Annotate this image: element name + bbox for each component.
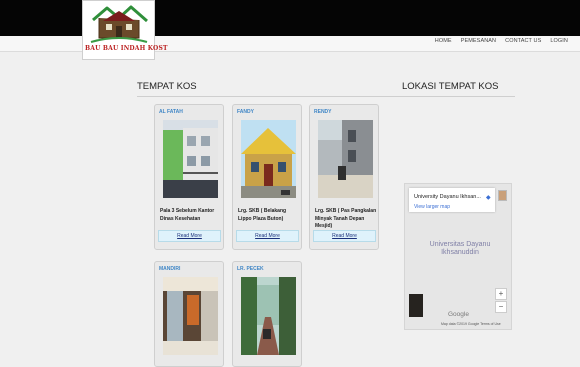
street-view-thumbnail[interactable] [409, 294, 423, 317]
kos-card-al-fatah: AL FATAH Pala 3 Sebelum Kantor Dinas Kes… [154, 104, 224, 250]
read-more-button[interactable]: Read More [313, 230, 376, 242]
directions-icon[interactable]: ◆ [486, 194, 491, 201]
kos-card-lr-pecek: LR. PECEK [232, 261, 302, 367]
place-avatar[interactable] [498, 190, 507, 201]
view-larger-map-link[interactable]: View larger map [414, 204, 450, 210]
card-address: Lrg. SKB ( Pas Pangkalan Minyak Tanah De… [315, 208, 377, 229]
map-place-label: Universitas Dayanu Ikhsanuddin [429, 241, 491, 256]
card-title: LR. PECEK [237, 266, 264, 272]
kos-card-rendy: RENDY Lrg. SKB ( Pas Pangkalan Minyak Ta… [309, 104, 379, 250]
house-logo-icon [90, 5, 148, 43]
kos-card-mandiri: MANDIRI [154, 261, 224, 367]
nav-home[interactable]: HOME [435, 38, 452, 44]
card-title: AL FATAH [159, 109, 183, 115]
kos-card-fandy: FANDY Lrg. SKB ( Belakang Lippo Plaza Bu… [232, 104, 302, 250]
google-logo: Google [448, 311, 469, 318]
site-logo[interactable]: BAU BAU INDAH KOST [82, 0, 168, 60]
section-title-lokasi: LOKASI TEMPAT KOS [402, 81, 499, 92]
section-divider [137, 96, 515, 97]
map-footer: Map data ©2019 Google Terms of Use [441, 322, 501, 326]
kos-photo[interactable] [163, 120, 218, 198]
zoom-in-button[interactable]: + [495, 288, 507, 300]
map-info-popup: University Dayanu Ikhsan... View larger … [409, 188, 495, 212]
kos-photo[interactable] [163, 277, 218, 355]
nav-pemesanan[interactable]: PEMESANAN [461, 38, 496, 44]
nav-login[interactable]: LOGIN [550, 38, 568, 44]
card-title: MANDIRI [159, 266, 181, 272]
nav-contact-us[interactable]: CONTACT US [505, 38, 541, 44]
card-title: RENDY [314, 109, 332, 115]
read-more-button[interactable]: Read More [236, 230, 299, 242]
kos-photo[interactable] [241, 277, 296, 355]
zoom-out-button[interactable]: − [495, 301, 507, 313]
kos-photo[interactable] [241, 120, 296, 198]
logo-text: BAU BAU INDAH KOST [85, 45, 168, 52]
main-nav: HOME PEMESANAN CONTACT US LOGIN [435, 38, 568, 44]
section-title-kos: TEMPAT KOS [137, 81, 197, 92]
map-place-name: University Dayanu Ikhsan... [414, 194, 481, 200]
location-map[interactable]: University Dayanu Ikhsan... View larger … [404, 183, 512, 330]
card-address: Lrg. SKB ( Belakang Lippo Plaza Buton) [238, 208, 287, 222]
card-title: FANDY [237, 109, 254, 115]
kos-photo[interactable] [318, 120, 373, 198]
card-address: Pala 3 Sebelum Kantor Dinas Kesehatan [160, 208, 215, 222]
read-more-button[interactable]: Read More [158, 230, 221, 242]
